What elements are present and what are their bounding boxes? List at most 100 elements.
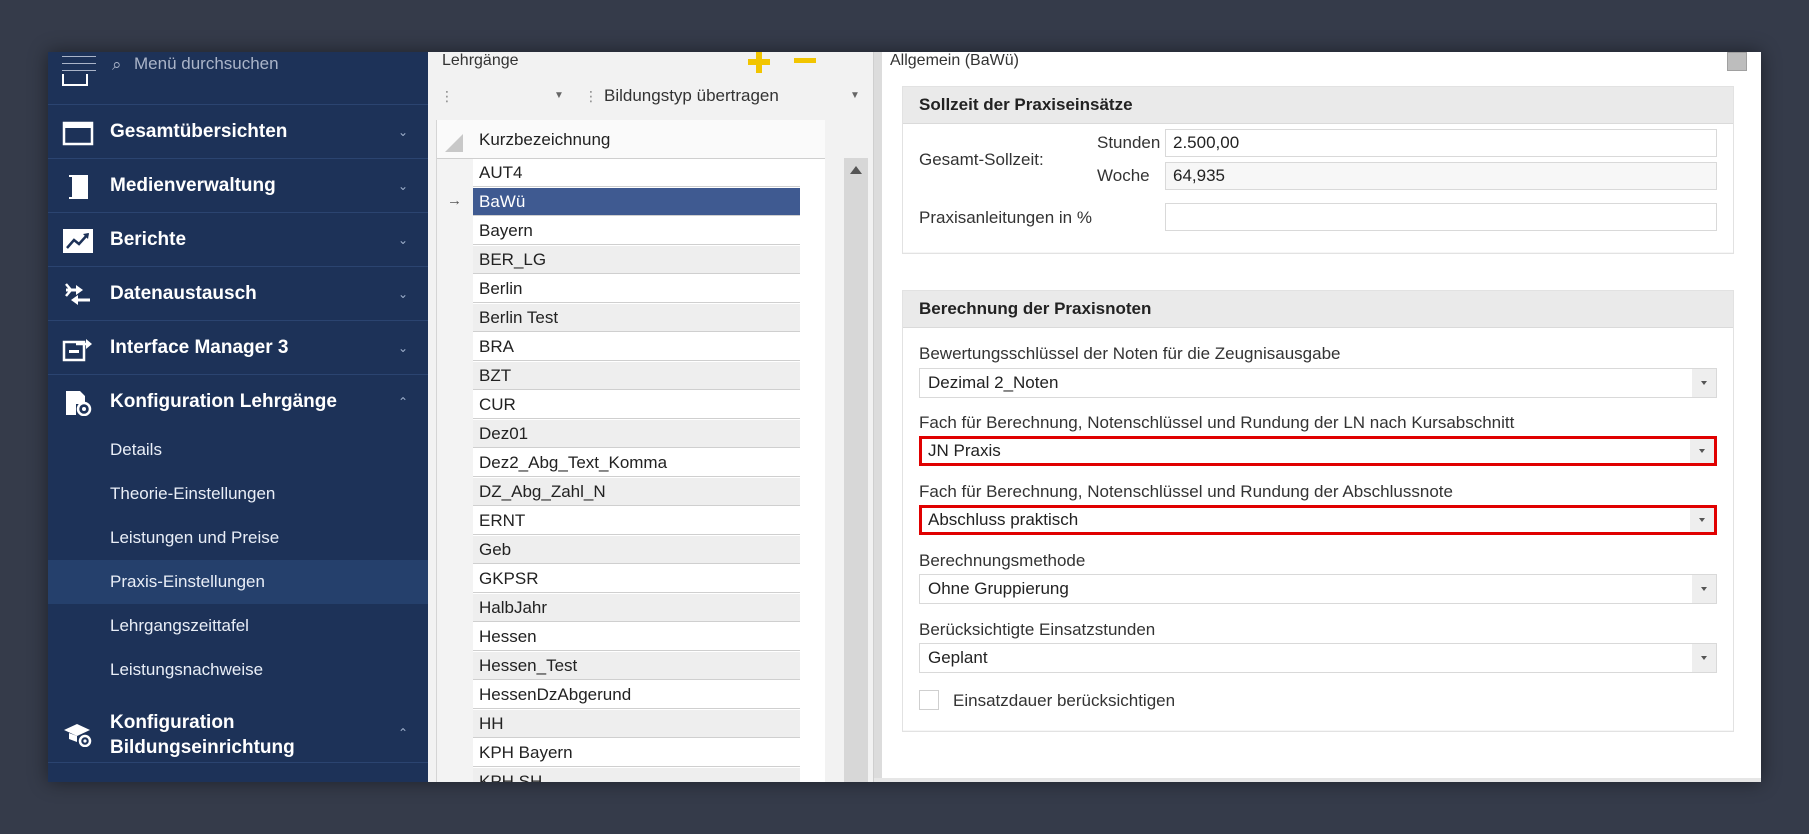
table-row[interactable]: KPH SH [437,768,825,782]
row-selector[interactable] [437,565,473,594]
sidebar-item-gesamtuebersichten[interactable]: Gesamtübersichten ⌄ [48,104,428,159]
row-selector[interactable] [437,420,473,449]
row-selector[interactable] [437,478,473,507]
grid-cell-kurzbezeichnung[interactable]: AUT4 [473,159,800,187]
row-selector[interactable] [437,768,473,782]
table-row[interactable]: BZT [437,362,825,391]
grid-cell-kurzbezeichnung[interactable]: HH [473,710,800,738]
table-row[interactable]: HessenDzAbgerund [437,681,825,710]
table-row[interactable]: Bayern [437,217,825,246]
table-row[interactable]: GKPSR [437,565,825,594]
grid-cell-kurzbezeichnung[interactable]: CUR [473,391,800,419]
sidebar-item-konfiguration-lehrgaenge[interactable]: Konfiguration Lehrgänge ⌃ [48,374,428,429]
sidebar-subitem-leistungen-und-preise[interactable]: Leistungen und Preise [48,516,428,560]
chevron-down-icon[interactable] [1690,508,1714,532]
grid-cell-kurzbezeichnung[interactable]: Berlin Test [473,304,800,332]
chevron-down-icon[interactable] [1692,575,1716,603]
table-row[interactable]: Hessen_Test [437,652,825,681]
dropdown-arrow-icon[interactable]: ▼ [554,90,564,101]
grid-cell-kurzbezeichnung[interactable]: HalbJahr [473,594,800,622]
grid-cell-kurzbezeichnung[interactable]: ERNT [473,507,800,535]
row-selector[interactable] [437,536,473,565]
table-row[interactable]: → BaWü [437,188,825,217]
sidebar-subitem-theorie-einstellungen[interactable]: Theorie-Einstellungen [48,472,428,516]
menu-search-input[interactable] [134,54,404,74]
table-row[interactable]: Geb [437,536,825,565]
grid-cell-kurzbezeichnung[interactable]: BRA [473,333,800,361]
row-selector[interactable] [437,739,473,768]
hamburger-menu-icon[interactable] [62,56,96,72]
fach-ln-kursabschnitt-select[interactable]: JN Praxis [919,436,1717,466]
grid-cell-kurzbezeichnung[interactable]: HessenDzAbgerund [473,681,800,709]
dropdown-arrow-icon[interactable]: ▼ [850,90,860,101]
berechnungsmethode-select[interactable]: Ohne Gruppierung [919,574,1717,604]
table-row[interactable]: Hessen [437,623,825,652]
grid-corner-icon[interactable] [445,134,463,152]
chevron-down-icon[interactable] [1690,439,1714,463]
stunden-input[interactable] [1165,129,1717,157]
sidebar-item-medienverwaltung[interactable]: Medienverwaltung ⌄ [48,158,428,213]
grid-cell-kurzbezeichnung[interactable]: Hessen [473,623,800,651]
row-selector[interactable] [437,362,473,391]
row-selector[interactable] [437,275,473,304]
row-selector[interactable]: → [437,188,473,217]
row-selector[interactable] [437,652,473,681]
panel-splitter[interactable] [874,52,882,782]
grid-cell-kurzbezeichnung[interactable]: Dez01 [473,420,800,448]
table-row[interactable]: CUR [437,391,825,420]
chevron-down-icon[interactable] [1692,644,1716,672]
row-selector[interactable] [437,246,473,275]
row-selector[interactable] [437,710,473,739]
save-icon[interactable] [1727,52,1747,71]
grid-cell-kurzbezeichnung[interactable]: KPH Bayern [473,739,800,767]
grid-cell-kurzbezeichnung[interactable]: Bayern [473,217,800,245]
einsatzdauer-checkbox[interactable] [919,690,939,710]
sidebar-subitem-details[interactable]: Details [48,428,428,472]
grid-cell-kurzbezeichnung[interactable]: Dez2_Abg_Text_Komma [473,449,800,477]
row-selector[interactable] [437,333,473,362]
grid-cell-kurzbezeichnung[interactable]: Geb [473,536,800,564]
row-selector[interactable] [437,217,473,246]
row-selector[interactable] [437,304,473,333]
sidebar-item-interface-manager[interactable]: Interface Manager 3 ⌄ [48,320,428,375]
row-selector[interactable] [437,391,473,420]
grid-cell-kurzbezeichnung[interactable]: Berlin [473,275,800,303]
table-row[interactable]: Dez2_Abg_Text_Komma [437,449,825,478]
sidebar-item-datenaustausch[interactable]: Datenaustausch ⌄ [48,266,428,321]
sidebar-subitem-lehrgangszeittafel[interactable]: Lehrgangszeittafel [48,604,428,648]
grid-cell-kurzbezeichnung[interactable]: GKPSR [473,565,800,593]
grid-cell-kurzbezeichnung[interactable]: KPH SH [473,768,800,782]
sidebar-item-konfiguration-bildungseinrichtung[interactable]: Konfiguration Bildungseinrichtung ⌃ [48,706,428,763]
fach-abschlussnote-select[interactable]: Abschluss praktisch [919,505,1717,535]
row-selector[interactable] [437,594,473,623]
row-selector[interactable] [437,507,473,536]
remove-icon[interactable] [794,58,816,63]
table-row[interactable]: Berlin Test [437,304,825,333]
sidebar-item-berichte[interactable]: Berichte ⌄ [48,212,428,267]
column-header-kurzbezeichnung[interactable]: Kurzbezeichnung [479,130,610,150]
sidebar-subitem-leistungsnachweise[interactable]: Leistungsnachweise [48,648,428,692]
grid-cell-kurzbezeichnung[interactable]: Hessen_Test [473,652,800,680]
row-selector[interactable] [437,449,473,478]
sidebar-subitem-praxis-einstellungen[interactable]: Praxis-Einstellungen [48,560,428,604]
table-row[interactable]: Dez01 [437,420,825,449]
einsatzstunden-select[interactable]: Geplant [919,643,1717,673]
row-selector[interactable] [437,623,473,652]
grid-cell-kurzbezeichnung[interactable]: BaWü [473,188,800,216]
table-row[interactable]: ERNT [437,507,825,536]
table-row[interactable]: DZ_Abg_Zahl_N [437,478,825,507]
transfer-education-type-button[interactable]: Bildungstyp übertragen [604,86,779,106]
chevron-down-icon[interactable] [1692,369,1716,397]
table-row[interactable]: KPH Bayern [437,739,825,768]
grid-cell-kurzbezeichnung[interactable]: BER_LG [473,246,800,274]
table-row[interactable]: BER_LG [437,246,825,275]
grid-scrollbar[interactable] [844,158,868,782]
bewertungsschluessel-select[interactable]: Dezimal 2_Noten [919,368,1717,398]
table-row[interactable]: AUT4 [437,159,825,188]
grid-cell-kurzbezeichnung[interactable]: DZ_Abg_Zahl_N [473,478,800,506]
table-row[interactable]: BRA [437,333,825,362]
row-selector[interactable] [437,159,473,188]
praxisanleitungen-input[interactable] [1165,203,1717,231]
scroll-up-arrow-icon[interactable] [850,166,862,174]
row-selector[interactable] [437,681,473,710]
